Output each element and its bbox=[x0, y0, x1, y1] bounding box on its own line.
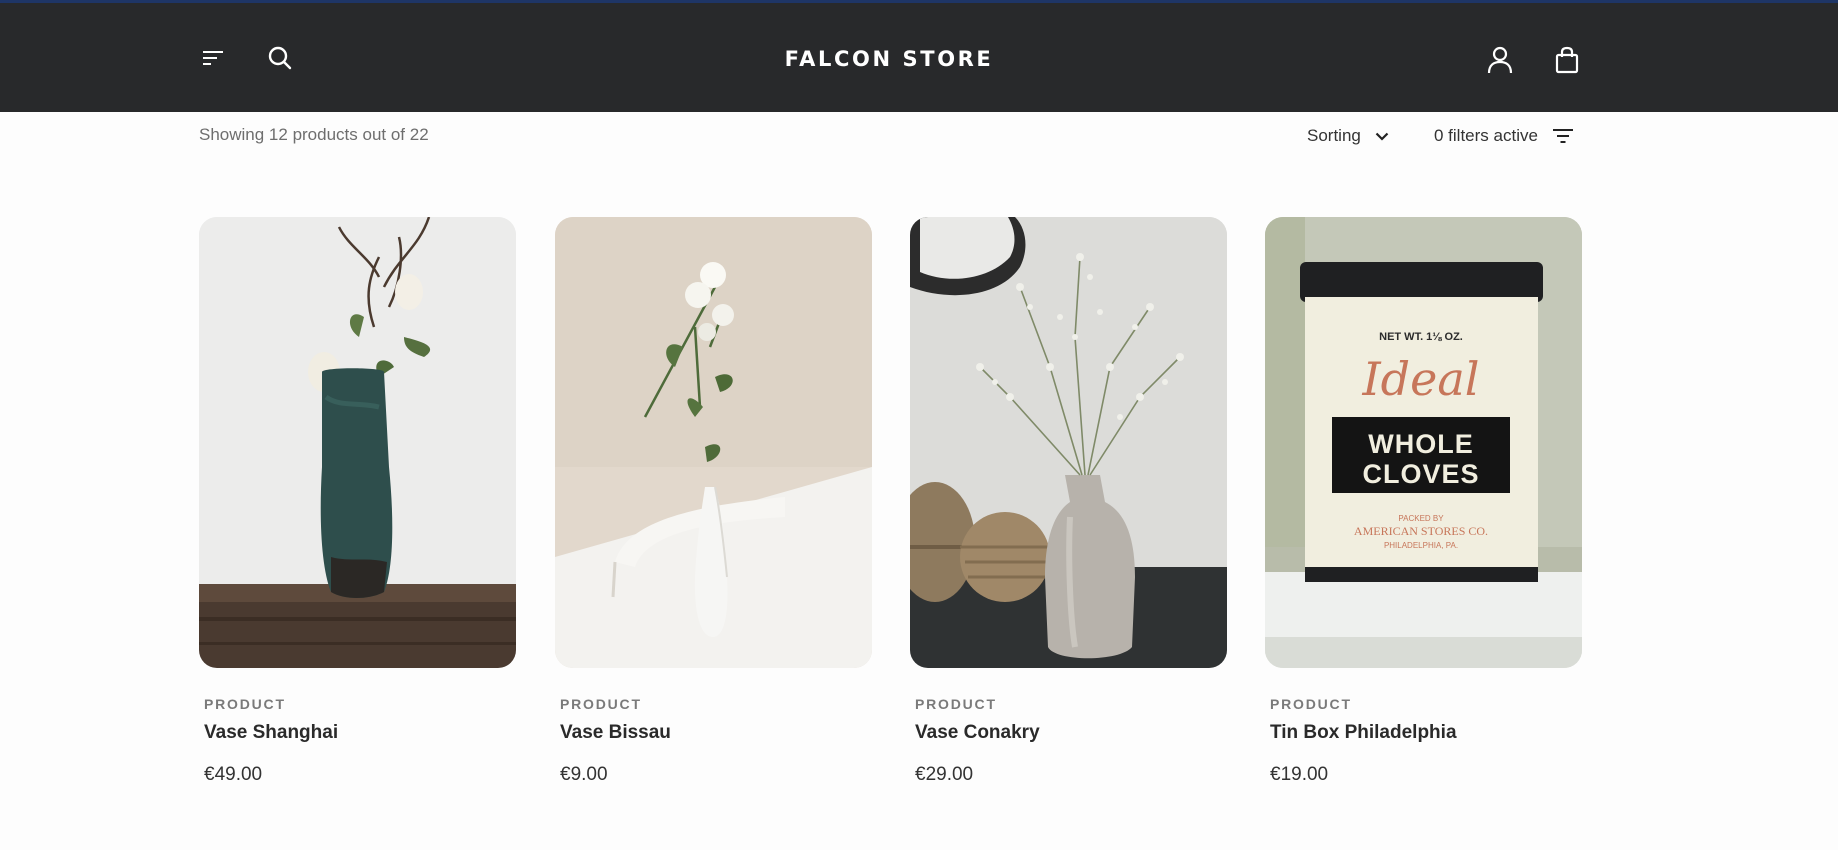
chevron-down-icon bbox=[1375, 132, 1389, 141]
search-icon[interactable] bbox=[265, 43, 295, 73]
product-card[interactable]: NET WT. 1⅛ OZ. Ideal WHOLE CLOVES PACKED… bbox=[1265, 217, 1582, 786]
product-price: €19.00 bbox=[1270, 764, 1329, 785]
user-icon[interactable] bbox=[1485, 44, 1515, 76]
tin-line2-text: CLOVES bbox=[1362, 459, 1479, 489]
tin-brand-text: Ideal bbox=[1362, 352, 1480, 406]
site-header: FALCON STORE bbox=[0, 3, 1838, 112]
product-image[interactable] bbox=[910, 217, 1227, 668]
shopping-bag-icon[interactable] bbox=[1552, 44, 1582, 76]
tin-packed-text: PACKED BY bbox=[1398, 514, 1444, 523]
tin-company-text: AMERICAN STORES CO. bbox=[1354, 524, 1488, 538]
product-price: €29.00 bbox=[915, 764, 974, 785]
product-type: PRODUCT bbox=[204, 696, 286, 712]
store-logo[interactable]: FALCON STORE bbox=[719, 47, 1059, 71]
filter-icon bbox=[1552, 128, 1574, 144]
sorting-dropdown[interactable]: Sorting bbox=[1307, 123, 1389, 149]
product-name[interactable]: Tin Box Philadelphia bbox=[1270, 722, 1457, 744]
product-type: PRODUCT bbox=[560, 696, 642, 712]
product-price: €9.00 bbox=[560, 764, 608, 785]
tin-line1-text: WHOLE bbox=[1368, 429, 1474, 459]
product-image[interactable] bbox=[555, 217, 872, 668]
product-price: €49.00 bbox=[204, 764, 263, 785]
product-card[interactable]: PRODUCT Vase Conakry €29.00 bbox=[910, 217, 1227, 786]
product-type: PRODUCT bbox=[915, 696, 997, 712]
product-name[interactable]: Vase Bissau bbox=[560, 722, 671, 744]
product-image[interactable]: NET WT. 1⅛ OZ. Ideal WHOLE CLOVES PACKED… bbox=[1265, 217, 1582, 668]
product-count-text: Showing 12 products out of 22 bbox=[199, 125, 429, 144]
product-name[interactable]: Vase Conakry bbox=[915, 722, 1040, 744]
sorting-label: Sorting bbox=[1307, 126, 1361, 145]
product-image[interactable] bbox=[199, 217, 516, 668]
product-card[interactable]: PRODUCT Vase Shanghai €49.00 bbox=[199, 217, 516, 786]
tin-city-text: PHILADELPHIA, PA. bbox=[1384, 541, 1458, 550]
product-card[interactable]: PRODUCT Vase Bissau €9.00 bbox=[555, 217, 872, 786]
filters-label: 0 filters active bbox=[1434, 126, 1538, 145]
product-type: PRODUCT bbox=[1270, 696, 1352, 712]
product-name[interactable]: Vase Shanghai bbox=[204, 722, 338, 744]
menu-icon[interactable] bbox=[198, 43, 228, 73]
filters-button[interactable]: 0 filters active bbox=[1434, 123, 1574, 149]
tin-weight-text: NET WT. 1⅛ OZ. bbox=[1379, 331, 1463, 343]
